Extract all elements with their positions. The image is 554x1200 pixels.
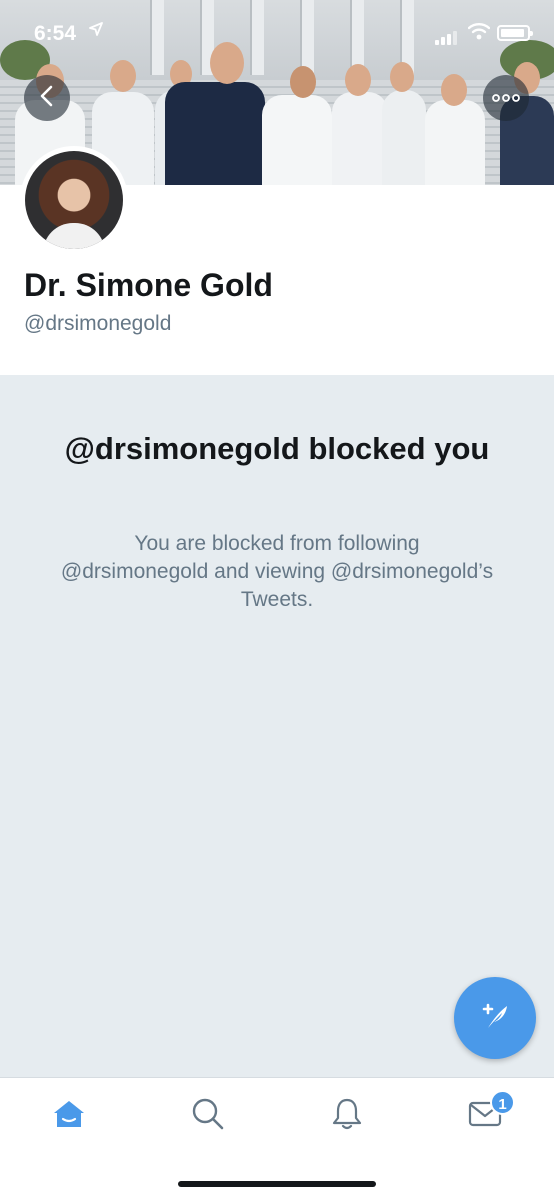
banner-person-head — [390, 62, 414, 92]
banner-person-head — [110, 60, 136, 92]
profile-name: Dr. Simone Gold — [24, 267, 273, 303]
banner-person — [382, 90, 426, 185]
banner-person-head — [290, 66, 316, 98]
battery-icon — [497, 25, 533, 41]
status-time: 6:54 — [34, 22, 77, 45]
search-icon — [191, 1097, 225, 1136]
banner-person-head — [441, 74, 467, 106]
home-indicator[interactable] — [178, 1181, 376, 1187]
banner-person — [262, 95, 332, 185]
banner-person-head — [345, 64, 371, 96]
location-arrow-icon — [89, 22, 103, 41]
banner-person-speaker — [165, 82, 265, 185]
more-horizontal-icon — [492, 89, 520, 107]
back-button[interactable] — [24, 75, 70, 121]
banner-person — [332, 92, 388, 185]
bell-icon — [331, 1097, 363, 1136]
tab-search[interactable] — [188, 1096, 228, 1136]
more-options-button[interactable] — [483, 75, 529, 121]
avatar[interactable] — [20, 146, 128, 254]
compose-tweet-icon — [475, 996, 515, 1041]
banner-person — [425, 100, 485, 185]
home-icon — [52, 1099, 86, 1134]
avatar-photo — [25, 151, 123, 249]
cellular-signal-icon — [435, 27, 459, 45]
status-bar: 6:54 — [0, 0, 554, 60]
tab-home[interactable] — [49, 1096, 89, 1136]
profile-handle: @drsimonegold — [24, 312, 172, 335]
chevron-left-icon — [39, 85, 55, 112]
compose-tweet-button[interactable] — [454, 977, 536, 1059]
blocked-description: You are blocked from following @drsimone… — [60, 532, 494, 611]
blocked-title: @drsimonegold blocked you — [64, 431, 490, 466]
avatar-shoulders — [43, 223, 105, 249]
wifi-icon — [467, 22, 491, 45]
messages-badge: 1 — [490, 1090, 515, 1115]
tab-notifications[interactable] — [327, 1096, 367, 1136]
